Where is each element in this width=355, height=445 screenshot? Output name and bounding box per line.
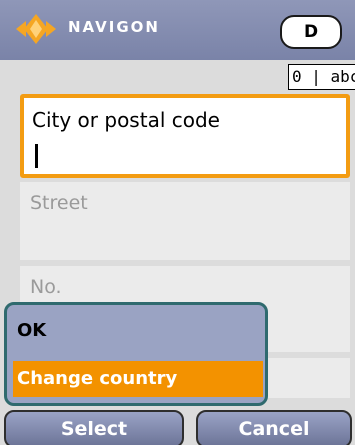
text-cursor — [35, 144, 38, 168]
country-selector-button[interactable]: D — [280, 15, 342, 49]
cancel-softkey[interactable]: Cancel — [196, 410, 352, 445]
city-field-label: City or postal code — [32, 108, 220, 132]
input-mode-indicator: 0 | abc — [288, 64, 355, 90]
brand-label: NAVIGON — [68, 18, 160, 36]
menu-item-change-country[interactable]: Change country — [13, 361, 263, 397]
navigation-app-screen: NAVIGON D 0 | abc City or postal code St… — [0, 0, 355, 445]
navigon-logo-icon — [16, 14, 56, 44]
street-input[interactable]: Street — [20, 182, 350, 260]
city-postal-code-input[interactable]: City or postal code — [20, 94, 350, 178]
select-softkey[interactable]: Select — [4, 410, 184, 445]
street-field-label: Street — [30, 192, 88, 214]
menu-item-ok[interactable]: OK — [13, 313, 263, 349]
header-bar: NAVIGON D — [0, 0, 355, 60]
number-field-label: No. — [30, 276, 62, 298]
options-popup-menu: OK Change country — [4, 302, 268, 406]
